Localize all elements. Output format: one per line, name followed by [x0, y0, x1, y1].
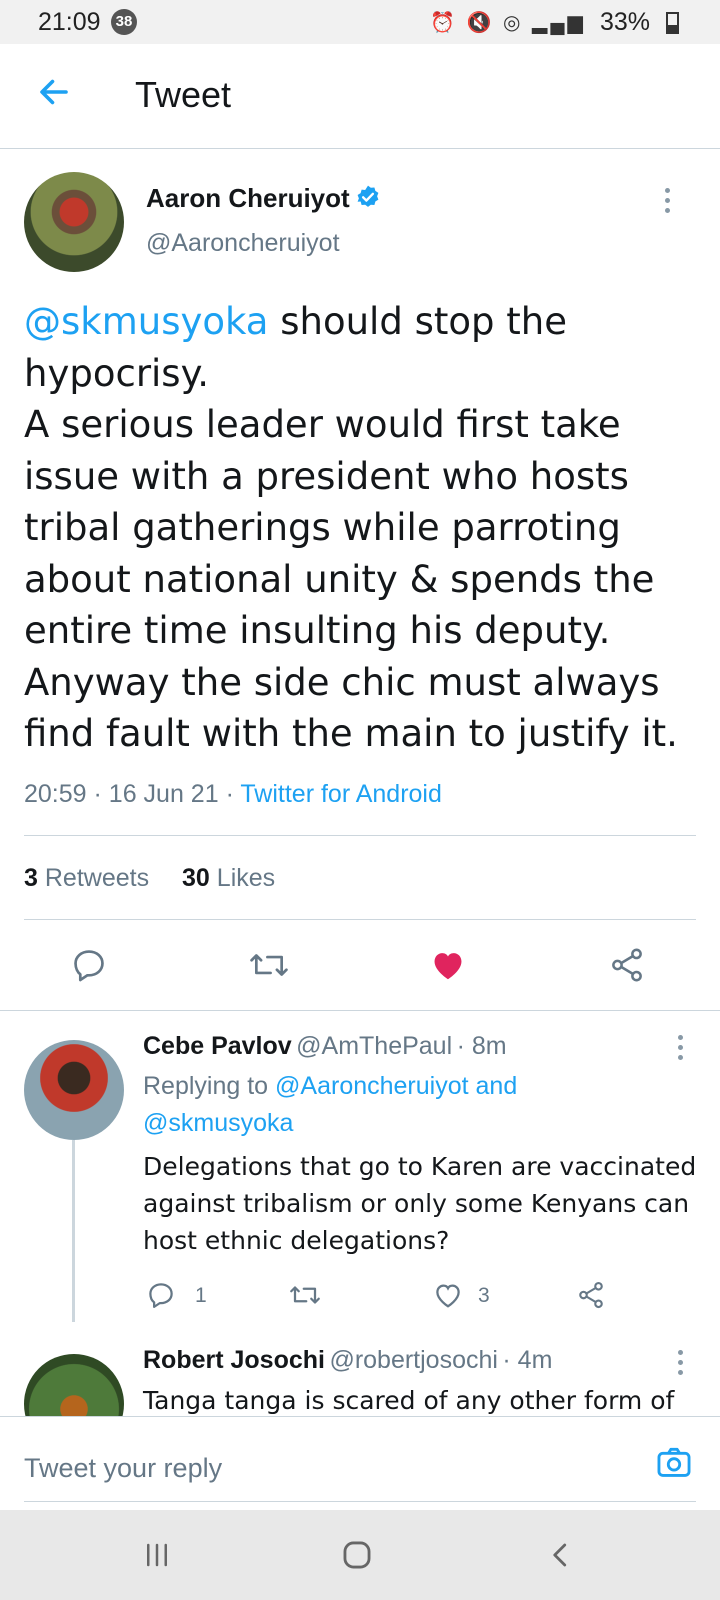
reply-like-count: 3 [478, 1284, 490, 1307]
tweet-line: entire time insulting his deputy. [24, 609, 611, 652]
composer-underline [24, 1501, 696, 1502]
tweet-line: about national unity & spends the [24, 557, 655, 601]
reply-header: Cebe Pavlov @AmThePaul · 8m [143, 1032, 507, 1061]
status-bar: 21:09 38 ⏰ 🔇 ◎ ▂▄▆ 33% [0, 0, 720, 44]
tweet-line: issue with a president who hosts [24, 454, 629, 498]
tweet-date: 16 Jun 21 [108, 780, 219, 808]
like-heart-icon[interactable] [428, 946, 468, 984]
share-icon[interactable] [576, 1280, 606, 1310]
author-name[interactable]: Aaron Cheruiyot [146, 183, 350, 214]
battery-icon [666, 12, 679, 34]
reply-composer[interactable]: Tweet your reply [0, 1416, 720, 1507]
divider [0, 1010, 720, 1011]
tweet-time: 20:59 [24, 780, 87, 808]
mention-link[interactable]: @skmusyoka [24, 300, 268, 343]
author-handle[interactable]: @Aaroncheruiyot [146, 229, 340, 258]
home-icon[interactable] [340, 1538, 374, 1572]
retweets-stat[interactable]: 3 Retweets [24, 864, 149, 892]
reply-author-name[interactable]: Cebe Pavlov [143, 1032, 292, 1060]
back-arrow-icon[interactable] [36, 74, 72, 110]
reply-more-options-icon[interactable] [678, 1035, 684, 1065]
status-time: 21:09 [38, 8, 101, 36]
replying-to-link[interactable]: @skmusyoka [143, 1105, 703, 1142]
recent-apps-icon[interactable] [142, 1540, 172, 1570]
likes-stat[interactable]: 30 Likes [182, 864, 275, 892]
divider [24, 835, 696, 836]
retweet-icon[interactable] [288, 1280, 322, 1310]
alarm-icon: ⏰ [430, 12, 458, 34]
reply-item: Robert Josochi @robertjosochi · 4m Tanga… [0, 1330, 720, 1416]
reply-author-name[interactable]: Robert Josochi [143, 1346, 325, 1374]
replying-to: Replying to @Aaroncheruiyot and @skmusyo… [143, 1068, 703, 1142]
tweet-action-bar [0, 920, 720, 1010]
reply-age: · 8m [456, 1032, 507, 1060]
reply-reply-count: 1 [195, 1284, 207, 1307]
hotspot-icon: ◎ [502, 12, 524, 34]
battery-percentage: 33% [600, 8, 651, 36]
tweet-source-link[interactable]: Twitter for Android [240, 780, 441, 808]
reply-author-handle[interactable]: @robertjosochi [329, 1346, 498, 1374]
share-icon[interactable] [608, 946, 646, 984]
system-navigation-bar [0, 1510, 720, 1600]
camera-icon[interactable] [654, 1443, 694, 1481]
tweet-line: A serious leader would first take [24, 403, 621, 446]
tweet-first-line: @skmusyoka should stop the hypocrisy. [24, 300, 567, 395]
author-avatar[interactable] [24, 172, 124, 272]
signal-icon: ▂▄▆ [531, 12, 586, 34]
reply-more-options-icon[interactable] [678, 1350, 684, 1380]
reply-avatar[interactable] [24, 1040, 124, 1140]
reply-icon[interactable] [70, 946, 108, 984]
reply-icon[interactable] [146, 1280, 176, 1310]
status-icons: ⏰ 🔇 ◎ ▂▄▆ [430, 10, 586, 35]
like-heart-icon[interactable] [432, 1280, 464, 1310]
reply-text: Tanga tanga is scared of any other form … [143, 1386, 675, 1415]
reply-header: Robert Josochi @robertjosochi · 4m [143, 1346, 552, 1375]
verified-badge-icon [357, 185, 379, 207]
tweet-text: @skmusyoka should stop the hypocrisy. A … [24, 296, 700, 760]
tweet-line: Anyway the side chic must always [24, 660, 660, 704]
reply-input-placeholder[interactable]: Tweet your reply [24, 1453, 222, 1484]
tweet-line: find fault with the main to justify it. [24, 712, 678, 755]
back-nav-icon[interactable] [546, 1540, 576, 1570]
notification-count-badge: 38 [111, 9, 137, 35]
reply-text: Delegations that go to Karen are vaccina… [143, 1152, 697, 1255]
tweet-more-options-icon[interactable] [665, 188, 671, 218]
page-title: Tweet [135, 74, 232, 115]
reply-author-handle[interactable]: @AmThePaul [296, 1032, 452, 1060]
tweet-stats: 3 Retweets 30 Likes [24, 864, 275, 893]
mute-icon: 🔇 [466, 12, 495, 34]
tweet-line: tribal gatherings while parroting [24, 506, 621, 549]
reply-avatar[interactable] [24, 1354, 124, 1416]
app-bar: Tweet [0, 44, 720, 149]
tweet-meta: 20:59 · 16 Jun 21 · Twitter for Android [24, 780, 442, 808]
retweet-icon[interactable] [248, 946, 290, 984]
replying-to-link[interactable]: @Aaroncheruiyot and [275, 1072, 517, 1100]
thread-connector-line [72, 1140, 75, 1322]
reply-age: · 4m [502, 1346, 553, 1374]
